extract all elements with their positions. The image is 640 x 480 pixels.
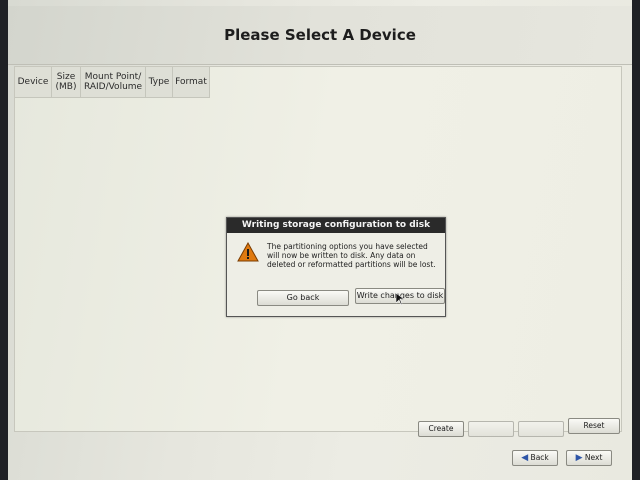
page-title: Please Select A Device (224, 26, 416, 44)
table-header-row: Device Size (MB) Mount Point/ RAID/Volum… (15, 67, 210, 98)
column-header-format[interactable]: Format (173, 67, 210, 97)
column-header-mount-point[interactable]: Mount Point/ RAID/Volume (81, 67, 146, 97)
dialog-title: Writing storage configuration to disk (227, 218, 445, 233)
mouse-cursor-icon (396, 293, 404, 305)
column-header-type[interactable]: Type (146, 67, 173, 97)
header-bar: Please Select A Device (8, 6, 632, 65)
go-back-button[interactable]: Go back (257, 290, 349, 306)
dialog-message: The partitioning options you have select… (267, 242, 436, 269)
write-storage-dialog: Writing storage configuration to disk Th… (226, 217, 446, 317)
edit-button-disabled (468, 421, 514, 437)
next-button[interactable]: ▶ Next (566, 450, 612, 466)
next-arrow-icon: ▶ (575, 453, 583, 463)
back-arrow-icon: ◀ (521, 453, 529, 463)
back-button[interactable]: ◀ Back (512, 450, 558, 466)
installer-screen: Please Select A Device Device Size (MB) … (8, 0, 632, 480)
back-button-label: Back (530, 453, 549, 462)
column-header-device[interactable]: Device (15, 67, 52, 97)
create-button[interactable]: Create (418, 421, 464, 437)
next-button-label: Next (584, 453, 603, 462)
reset-button[interactable]: Reset (568, 418, 620, 434)
column-header-size[interactable]: Size (MB) (52, 67, 81, 97)
delete-button-disabled (518, 421, 564, 437)
warning-icon (237, 242, 259, 262)
